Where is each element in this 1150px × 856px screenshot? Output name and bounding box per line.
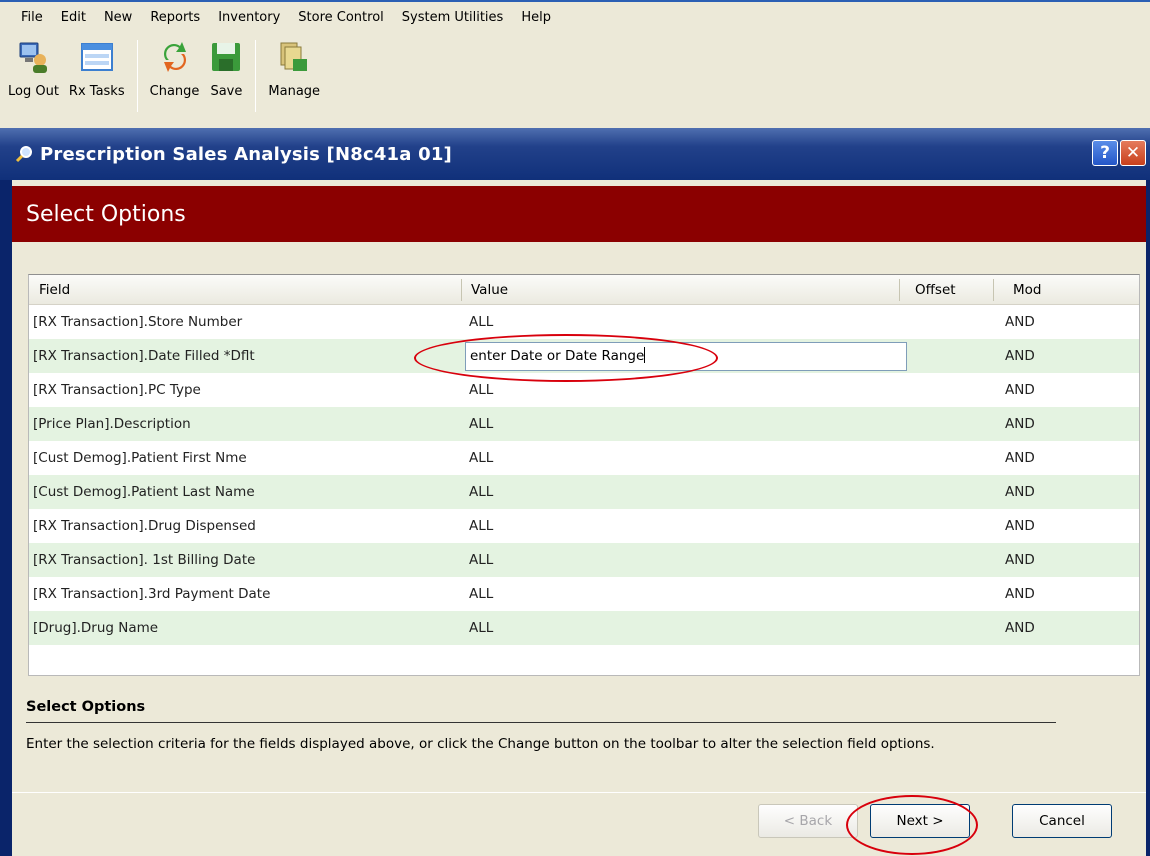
back-button[interactable]: < Back [758, 804, 858, 838]
page-title: Select Options [12, 186, 1146, 242]
menu-store-control[interactable]: Store Control [289, 2, 392, 34]
mod-cell[interactable]: AND [1005, 407, 1035, 441]
dialog-body: Select Options Field Value Offset Mod [R… [12, 180, 1146, 856]
value-cell[interactable]: ALL [469, 475, 493, 509]
mod-cell[interactable]: AND [1005, 611, 1035, 645]
rx-tasks-icon [80, 40, 114, 74]
annotation-ellipse-next-button [846, 795, 978, 855]
column-divider[interactable] [993, 279, 994, 301]
rx-tasks-button[interactable]: Rx Tasks [64, 34, 130, 116]
table-row[interactable]: [RX Transaction].Drug Dispensed ALL AND [29, 509, 1139, 543]
save-label: Save [210, 84, 243, 99]
column-divider[interactable] [899, 279, 900, 301]
field-cell: [Drug].Drug Name [33, 620, 159, 636]
dialog-titlebar[interactable]: Prescription Sales Analysis [N8c41a 01] … [0, 128, 1150, 180]
table-row[interactable]: [RX Transaction]. 1st Billing Date ALL A… [29, 543, 1139, 577]
change-button[interactable]: Change [145, 34, 205, 116]
menu-file[interactable]: File [0, 2, 52, 34]
help-text: Enter the selection criteria for the fie… [26, 736, 935, 752]
dialog-window: Prescription Sales Analysis [N8c41a 01] … [0, 128, 1150, 856]
field-cell: [Cust Demog].Patient First Nme [33, 450, 247, 466]
table-row[interactable]: [Cust Demog].Patient First Nme ALL AND [29, 441, 1139, 475]
logout-icon [16, 40, 50, 74]
logout-button[interactable]: Log Out [3, 34, 64, 116]
grid-header: Field Value Offset Mod [29, 275, 1139, 305]
menu-reports[interactable]: Reports [141, 2, 209, 34]
mod-cell[interactable]: AND [1005, 577, 1035, 611]
menu-edit[interactable]: Edit [52, 2, 95, 34]
field-cell: [RX Transaction].Date Filled *Dflt [33, 348, 255, 364]
manage-button[interactable]: Manage [263, 34, 325, 116]
change-icon [158, 40, 192, 74]
table-row[interactable]: [RX Transaction].3rd Payment Date ALL AN… [29, 577, 1139, 611]
column-header-offset[interactable]: Offset [905, 275, 956, 305]
menu-new[interactable]: New [95, 2, 141, 34]
manage-label: Manage [268, 84, 321, 99]
help-button[interactable]: ? [1092, 140, 1118, 166]
save-icon [209, 40, 243, 74]
field-cell: [RX Transaction].PC Type [33, 382, 201, 398]
cancel-button[interactable]: Cancel [1012, 804, 1112, 838]
mod-cell[interactable]: AND [1005, 509, 1035, 543]
column-header-value[interactable]: Value [461, 275, 508, 305]
close-button[interactable]: ✕ [1120, 140, 1146, 166]
manage-icon [277, 40, 311, 74]
toolbar: Log Out Rx Tasks Change Save Manage [0, 34, 1150, 120]
menu-bar: File Edit New Reports Inventory Store Co… [0, 2, 1150, 34]
toolbar-separator [255, 40, 257, 112]
field-cell: [Cust Demog].Patient Last Name [33, 484, 255, 500]
rx-tasks-label: Rx Tasks [68, 84, 125, 99]
value-cell[interactable]: ALL [469, 407, 493, 441]
help-heading: Select Options [26, 699, 146, 715]
change-label: Change [149, 84, 200, 99]
save-button[interactable]: Save [204, 34, 248, 116]
menu-system-utilities[interactable]: System Utilities [393, 2, 513, 34]
value-cell[interactable]: ALL [469, 543, 493, 577]
annotation-ellipse-date-input [414, 334, 718, 382]
value-cell[interactable]: ALL [469, 441, 493, 475]
dialog-title: Prescription Sales Analysis [N8c41a 01] [40, 143, 452, 165]
value-cell[interactable]: ALL [469, 509, 493, 543]
table-row[interactable]: [Price Plan].Description ALL AND [29, 407, 1139, 441]
column-header-mod[interactable]: Mod [1003, 275, 1041, 305]
value-cell[interactable]: ALL [469, 305, 493, 339]
menu-help[interactable]: Help [512, 2, 560, 34]
field-cell: [RX Transaction]. 1st Billing Date [33, 552, 256, 568]
column-header-field[interactable]: Field [29, 275, 70, 305]
mod-cell[interactable]: AND [1005, 373, 1035, 407]
mod-cell[interactable]: AND [1005, 475, 1035, 509]
logout-label: Log Out [8, 84, 59, 99]
field-cell: [RX Transaction].Store Number [33, 314, 243, 330]
magnifier-icon [15, 146, 32, 163]
table-row[interactable]: [Drug].Drug Name ALL AND [29, 611, 1139, 645]
menu-inventory[interactable]: Inventory [209, 2, 289, 34]
field-cell: [RX Transaction].3rd Payment Date [33, 586, 271, 602]
footer-divider [12, 792, 1146, 793]
value-cell[interactable]: ALL [469, 611, 493, 645]
toolbar-separator [136, 40, 138, 112]
table-row[interactable]: [Cust Demog].Patient Last Name ALL AND [29, 475, 1139, 509]
mod-cell[interactable]: AND [1005, 305, 1035, 339]
help-divider [26, 722, 1056, 723]
value-cell[interactable]: ALL [469, 577, 493, 611]
field-cell: [RX Transaction].Drug Dispensed [33, 518, 256, 534]
mod-cell[interactable]: AND [1005, 441, 1035, 475]
mod-cell[interactable]: AND [1005, 543, 1035, 577]
field-cell: [Price Plan].Description [33, 416, 191, 432]
mod-cell[interactable]: AND [1005, 339, 1035, 373]
